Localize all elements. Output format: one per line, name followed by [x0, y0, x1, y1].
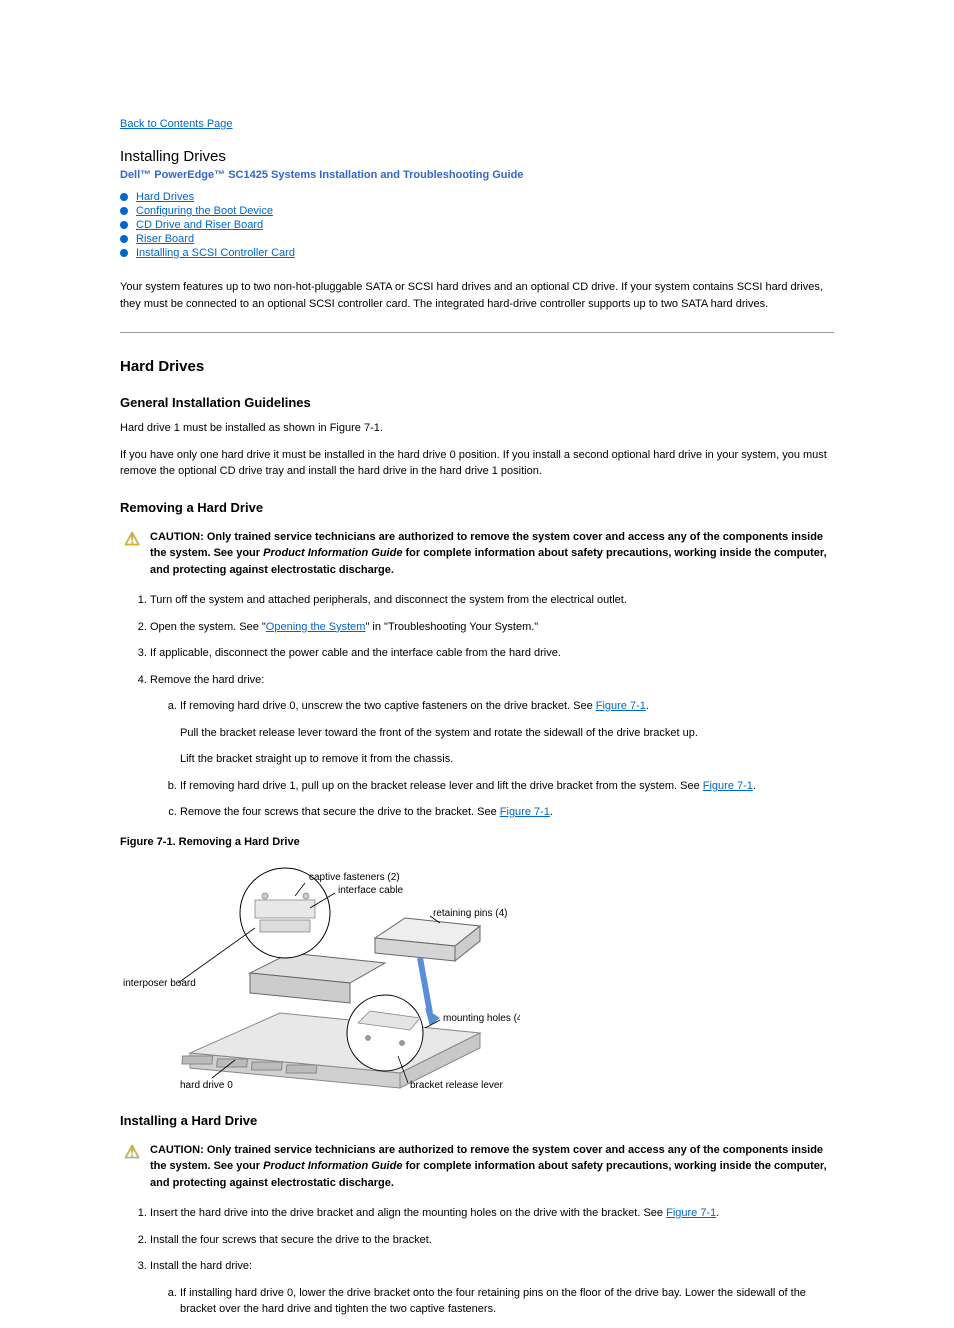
step-4a: If removing hard drive 0, unscrew the tw…	[180, 698, 834, 768]
step-4b: If removing hard drive 1, pull up on the…	[180, 778, 834, 795]
install-step-3a: If installing hard drive 0, lower the dr…	[180, 1285, 834, 1318]
bullet-icon	[120, 193, 128, 201]
label-mounting: mounting holes (4)	[443, 1013, 520, 1024]
general-p1: Hard drive 1 must be installed as shown …	[120, 420, 834, 437]
label-interposer: interposer board	[123, 978, 196, 989]
link-figure-7-1-c[interactable]: Figure 7-1	[500, 806, 550, 818]
install-step-2: Install the four screws that secure the …	[150, 1232, 834, 1249]
divider	[120, 332, 834, 333]
bullet-icon	[120, 207, 128, 215]
label-harddrive: hard drive 0	[180, 1080, 233, 1091]
toc-hard-drives[interactable]: Hard Drives	[136, 191, 194, 203]
link-opening-system[interactable]: Opening the System	[266, 621, 366, 633]
caution-text: CAUTION: Only trained service technician…	[148, 527, 832, 581]
install-steps: Insert the hard drive into the drive bra…	[120, 1205, 834, 1318]
toc-scsi-card[interactable]: Installing a SCSI Controller Card	[136, 247, 295, 259]
page-title: Installing Drives	[120, 148, 834, 165]
label-release: bracket release lever	[410, 1080, 503, 1091]
label-captive: captive fasteners (2)	[309, 872, 400, 883]
link-figure-7-1-d[interactable]: Figure 7-1	[666, 1207, 716, 1219]
heading-installing: Installing a Hard Drive	[120, 1113, 834, 1128]
label-retaining: retaining pins (4)	[433, 908, 507, 919]
caution-icon: ⚠	[124, 529, 140, 549]
step-2: Open the system. See "Opening the System…	[150, 619, 834, 636]
step-1: Turn off the system and attached periphe…	[150, 592, 834, 609]
intro-text: Your system features up to two non-hot-p…	[120, 279, 834, 312]
step-3: If applicable, disconnect the power cabl…	[150, 645, 834, 662]
heading-removing: Removing a Hard Drive	[120, 500, 834, 515]
bullet-icon	[120, 235, 128, 243]
toc-boot-device[interactable]: Configuring the Boot Device	[136, 205, 273, 217]
back-link[interactable]: Back to Contents Page	[120, 118, 233, 130]
toc-riser-board[interactable]: Riser Board	[136, 233, 194, 245]
bullet-icon	[120, 221, 128, 229]
install-step-3: Install the hard drive: If installing ha…	[150, 1258, 834, 1318]
caution-text-2: CAUTION: Only trained service technician…	[148, 1140, 832, 1194]
link-figure-7-1-a[interactable]: Figure 7-1	[596, 700, 646, 712]
heading-hard-drives: Hard Drives	[120, 358, 834, 375]
caution-icon: ⚠	[124, 1142, 140, 1162]
heading-general-guidelines: General Installation Guidelines	[120, 395, 834, 410]
caution-box-2: ⚠ CAUTION: Only trained service technici…	[120, 1138, 834, 1196]
step-4: Remove the hard drive: If removing hard …	[150, 672, 834, 821]
figure-label: Figure 7-1. Removing a Hard Drive	[120, 836, 834, 848]
bullet-icon	[120, 249, 128, 257]
removal-steps: Turn off the system and attached periphe…	[120, 592, 834, 821]
subtitle: Dell™ PowerEdge™ SC1425 Systems Installa…	[120, 169, 834, 181]
step-4c: Remove the four screws that secure the d…	[180, 804, 834, 821]
install-step-1: Insert the hard drive into the drive bra…	[150, 1205, 834, 1222]
figure-7-1: interposer board captive fasteners (2) i…	[120, 858, 834, 1093]
link-figure-7-1-b[interactable]: Figure 7-1	[703, 780, 753, 792]
toc-cd-riser[interactable]: CD Drive and Riser Board	[136, 219, 263, 231]
general-p2: If you have only one hard drive it must …	[120, 447, 834, 480]
toc-list: Hard Drives Configuring the Boot Device …	[120, 191, 834, 259]
label-interface: interface cable	[338, 885, 403, 896]
caution-box: ⚠ CAUTION: Only trained service technici…	[120, 525, 834, 583]
